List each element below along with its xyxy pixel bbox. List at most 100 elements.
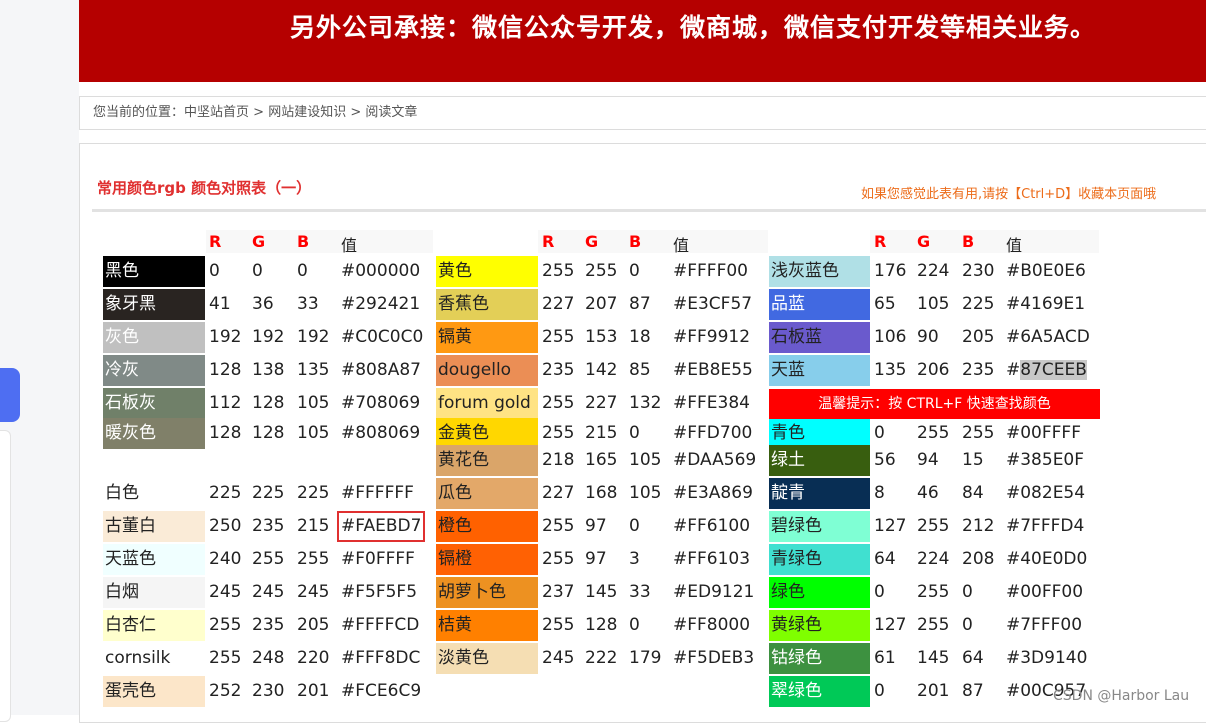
rgb-value-g: 128	[252, 423, 285, 443]
rgb-value-g: 94	[917, 450, 939, 470]
rgb-value-g: 165	[585, 450, 618, 470]
header-value: 值	[673, 236, 690, 255]
rgb-value-b: 205	[962, 327, 995, 347]
rgb-value-b: 0	[962, 615, 973, 635]
rgb-value-r: 255	[542, 261, 575, 281]
color-name-cell: 冷灰	[103, 355, 205, 386]
rgb-value-r: 218	[542, 450, 575, 470]
color-name-cell: 钴绿色	[769, 643, 870, 674]
rgb-value-r: 128	[209, 360, 242, 380]
rgb-value-r: 255	[542, 393, 575, 413]
rgb-value-g: 153	[585, 327, 618, 347]
rgb-value-g: 192	[252, 327, 285, 347]
rgb-value-b: 225	[962, 294, 995, 314]
color-name-cell: 瓜色	[436, 478, 538, 509]
rgb-value-r: 65	[874, 294, 896, 314]
hex-value: #385E0F	[1006, 450, 1085, 470]
color-name-cell: 翠绿色	[769, 676, 870, 707]
hex-value: #7FFFD4	[1006, 516, 1085, 536]
rgb-value-b: 255	[297, 549, 330, 569]
color-name-cell: 绿色	[769, 577, 870, 608]
rgb-value-b: 85	[629, 360, 651, 380]
rgb-value-r: 255	[542, 516, 575, 536]
rgb-value-g: 145	[585, 582, 618, 602]
rgb-value-b: 179	[629, 648, 662, 668]
breadcrumb-current: 阅读文章	[365, 105, 418, 120]
rgb-value-r: 235	[542, 360, 575, 380]
color-name-cell: 白烟	[103, 577, 205, 608]
color-name-cell: 淡黄色	[436, 643, 538, 674]
rgb-value-g: 36	[252, 294, 274, 314]
color-name-cell: 碧绿色	[769, 511, 870, 542]
color-name-cell: forum gold	[436, 388, 538, 419]
rgb-value-b: 18	[629, 327, 651, 347]
rgb-value-b: 0	[297, 261, 308, 281]
side-panel-card	[0, 430, 11, 722]
hex-value: #FFFFCD	[341, 615, 420, 635]
browser-left-panel	[0, 0, 79, 715]
rgb-value-r: 255	[542, 615, 575, 635]
breadcrumb-home-link[interactable]: 中坚站首页	[184, 105, 249, 120]
hex-value: #292421	[341, 294, 421, 314]
rgb-value-g: 255	[917, 582, 950, 602]
hex-value: #FF6100	[673, 516, 751, 536]
rgb-value-b: 15	[962, 450, 984, 470]
color-name-cell: 镉黄	[436, 322, 538, 353]
rgb-value-b: 225	[297, 483, 330, 503]
rgb-value-r: 245	[542, 648, 575, 668]
color-name-cell: 胡萝卜色	[436, 577, 538, 608]
hex-value: #87CEEB	[1006, 355, 1087, 386]
breadcrumb-category-link[interactable]: 网站建设知识	[268, 105, 346, 120]
rgb-value-g: 206	[917, 360, 950, 380]
rgb-value-g: 142	[585, 360, 618, 380]
rgb-value-b: 3	[629, 549, 640, 569]
rgb-value-g: 97	[585, 549, 607, 569]
color-name-cell: dougello	[436, 355, 538, 386]
table-header-bg	[870, 230, 1099, 253]
rgb-value-r: 176	[874, 261, 907, 281]
hex-value: #FF6103	[673, 549, 751, 569]
rgb-value-r: 245	[209, 582, 242, 602]
search-hint-banner: 温馨提示：按 CTRL+F 快速查找颜色	[769, 389, 1100, 419]
rgb-value-g: 235	[252, 516, 285, 536]
rgb-value-b: 0	[629, 615, 640, 635]
rgb-value-r: 252	[209, 681, 242, 701]
rgb-value-r: 127	[874, 615, 907, 635]
title-divider	[92, 209, 1206, 212]
rgb-value-b: 105	[297, 393, 330, 413]
hex-value: #FF9912	[673, 327, 751, 347]
rgb-value-b: 201	[297, 681, 330, 701]
rgb-value-g: 168	[585, 483, 618, 503]
rgb-value-g: 222	[585, 648, 618, 668]
rgb-value-r: 64	[874, 549, 896, 569]
watermark: CSDN @Harbor Lau	[1053, 688, 1190, 704]
rgb-value-g: 128	[585, 615, 618, 635]
rgb-value-r: 8	[874, 483, 885, 503]
hex-value: #E3CF57	[673, 294, 753, 314]
header-g: G	[585, 232, 599, 251]
hex-value: #FFF8DC	[341, 648, 421, 668]
hex-value: #ED9121	[673, 582, 755, 602]
rgb-value-g: 245	[252, 582, 285, 602]
rgb-value-r: 0	[209, 261, 220, 281]
rgb-value-g: 255	[252, 549, 285, 569]
top-banner: 另外公司承接：微信公众号开发，微商城，微信支付开发等相关业务。	[79, 0, 1206, 82]
rgb-value-b: 87	[629, 294, 651, 314]
color-name-cell: 石板灰	[103, 388, 205, 419]
side-panel-tab[interactable]	[0, 368, 20, 422]
table-header-bg	[538, 230, 768, 253]
hex-value: #FFFFFF	[341, 483, 414, 503]
rgb-value-g: 255	[585, 261, 618, 281]
breadcrumb: 您当前的位置：中坚站首页 > 网站建设知识 > 阅读文章	[79, 96, 1206, 130]
rgb-value-b: 212	[962, 516, 995, 536]
hex-value: #EB8E55	[673, 360, 753, 380]
rgb-value-r: 56	[874, 450, 896, 470]
header-b: B	[297, 232, 310, 251]
table-header-bg	[206, 230, 433, 253]
hex-value: #F5F5F5	[341, 582, 418, 602]
color-name-cell: 石板蓝	[769, 322, 870, 353]
rgb-value-g: 227	[585, 393, 618, 413]
rgb-value-r: 112	[209, 393, 242, 413]
rgb-value-b: 132	[629, 393, 662, 413]
rgb-value-b: 105	[297, 423, 330, 443]
